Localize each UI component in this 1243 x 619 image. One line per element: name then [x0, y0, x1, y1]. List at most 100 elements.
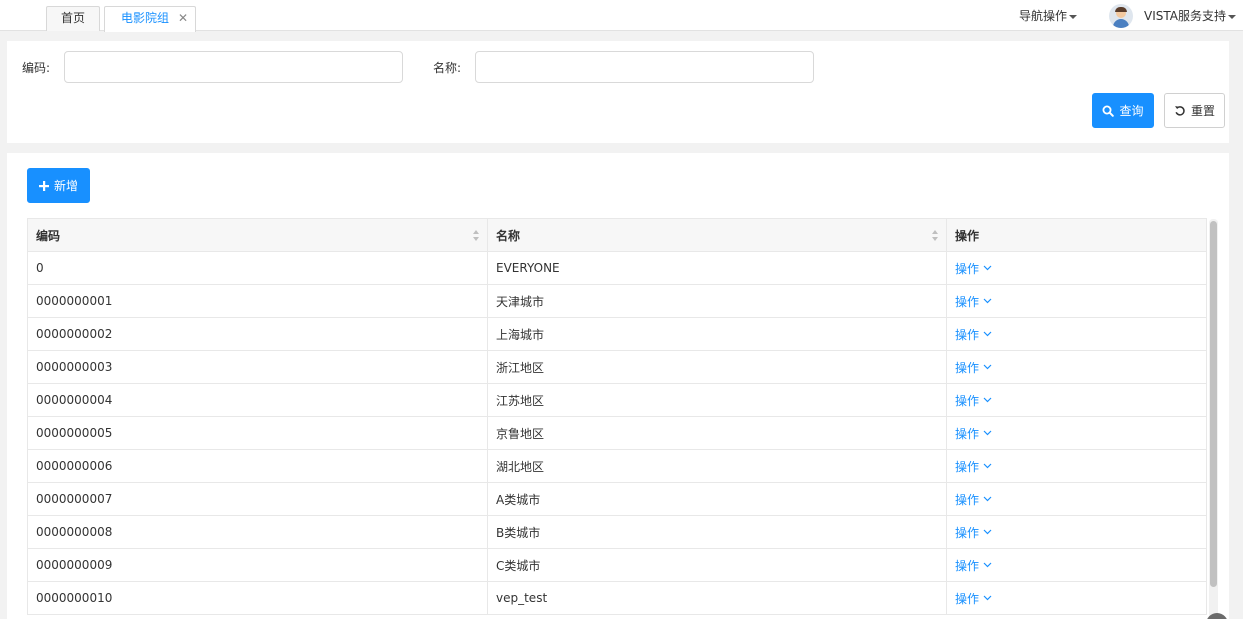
cell-name: C类城市 — [487, 548, 947, 582]
cell-name: 江苏地区 — [487, 383, 947, 417]
cell-code: 0000000005 — [27, 416, 488, 450]
query-button-label: 查询 — [1119, 104, 1144, 118]
cell-code: 0000000002 — [27, 317, 488, 351]
cell-name: EVERYONE — [487, 251, 947, 285]
scrollbar-thumb[interactable] — [1210, 221, 1217, 587]
action-dropdown[interactable]: 操作 — [955, 491, 992, 508]
chevron-down-icon — [983, 463, 992, 469]
cell-name: 浙江地区 — [487, 350, 947, 384]
action-dropdown[interactable]: 操作 — [955, 392, 992, 409]
cell-code: 0 — [27, 251, 488, 285]
cell-action: 操作 — [946, 251, 1207, 285]
action-dropdown-label: 操作 — [955, 360, 980, 375]
table-row[interactable]: 0000000010 vep_test 操作 — [27, 581, 1207, 615]
action-dropdown[interactable]: 操作 — [955, 326, 992, 343]
cell-action: 操作 — [946, 284, 1207, 318]
table-row[interactable]: 0000000006 湖北地区 操作 — [27, 449, 1207, 483]
tab-home[interactable]: 首页 — [46, 6, 100, 31]
avatar[interactable] — [1109, 4, 1133, 28]
tab-home-label: 首页 — [60, 11, 85, 25]
reset-button[interactable]: 重置 — [1164, 93, 1225, 128]
close-icon[interactable]: ✕ — [178, 7, 188, 30]
cell-code: 0000000010 — [27, 581, 488, 615]
code-label: 编码: — [22, 61, 51, 75]
cell-action: 操作 — [946, 515, 1207, 549]
column-header-code[interactable]: 编码 — [27, 218, 488, 252]
cell-code: 0000000004 — [27, 383, 488, 417]
column-header-name-label: 名称 — [496, 228, 521, 243]
chevron-down-icon — [983, 298, 992, 304]
action-dropdown-label: 操作 — [955, 558, 980, 573]
chevron-down-icon — [983, 430, 992, 436]
user-menu[interactable]: VISTA服务支持 — [1144, 7, 1236, 24]
cell-code: 0000000006 — [27, 449, 488, 483]
table-row[interactable]: 0000000001 天津城市 操作 — [27, 284, 1207, 318]
name-label: 名称: — [433, 61, 462, 75]
search-icon — [1102, 105, 1115, 117]
caret-down-icon — [1069, 14, 1078, 19]
chevron-down-icon — [983, 496, 992, 502]
caret-down-icon — [1227, 14, 1236, 19]
cell-name: 湖北地区 — [487, 449, 947, 483]
cell-name: A类城市 — [487, 482, 947, 516]
cell-code: 0000000007 — [27, 482, 488, 516]
tab-cinema-group-label: 电影院组 — [121, 11, 170, 25]
action-dropdown-label: 操作 — [955, 426, 980, 441]
reset-icon — [1174, 105, 1185, 116]
top-bar: 首页 电影院组 ✕ 导航操作 VISTA服务支持 — [0, 0, 1243, 32]
action-dropdown-label: 操作 — [955, 525, 980, 540]
table-row[interactable]: 0000000007 A类城市 操作 — [27, 482, 1207, 516]
sort-icon[interactable] — [473, 230, 479, 241]
query-button[interactable]: 查询 — [1092, 93, 1154, 128]
search-panel: 编码: 名称: 查询 重置 — [7, 41, 1229, 143]
chevron-down-icon — [983, 331, 992, 337]
table-row[interactable]: 0 EVERYONE 操作 — [27, 251, 1207, 285]
action-dropdown[interactable]: 操作 — [955, 260, 992, 277]
cell-name: 天津城市 — [487, 284, 947, 318]
action-dropdown-label: 操作 — [955, 327, 980, 342]
action-dropdown[interactable]: 操作 — [955, 590, 992, 607]
cell-action: 操作 — [946, 317, 1207, 351]
chevron-down-icon — [983, 529, 992, 535]
chevron-down-icon — [983, 265, 992, 271]
cell-name: 京鲁地区 — [487, 416, 947, 450]
nav-ops-dropdown[interactable]: 导航操作 — [1019, 7, 1078, 24]
column-header-action: 操作 — [946, 218, 1207, 252]
action-dropdown-label: 操作 — [955, 459, 980, 474]
code-input[interactable] — [64, 51, 403, 83]
cell-name: B类城市 — [487, 515, 947, 549]
table-row[interactable]: 0000000009 C类城市 操作 — [27, 548, 1207, 582]
column-header-name[interactable]: 名称 — [487, 218, 947, 252]
chevron-down-icon — [983, 397, 992, 403]
reset-button-label: 重置 — [1190, 104, 1215, 118]
table-row[interactable]: 0000000002 上海城市 操作 — [27, 317, 1207, 351]
action-dropdown-label: 操作 — [955, 294, 980, 309]
column-header-action-label: 操作 — [955, 228, 980, 243]
action-dropdown[interactable]: 操作 — [955, 293, 992, 310]
chevron-down-icon — [983, 364, 992, 370]
table-row[interactable]: 0000000008 B类城市 操作 — [27, 515, 1207, 549]
action-dropdown[interactable]: 操作 — [955, 557, 992, 574]
add-button-label: 新增 — [53, 179, 78, 193]
cell-code: 0000000008 — [27, 515, 488, 549]
action-dropdown-label: 操作 — [955, 261, 980, 276]
cell-action: 操作 — [946, 350, 1207, 384]
table-scrollbar[interactable] — [1209, 219, 1218, 619]
cell-action: 操作 — [946, 548, 1207, 582]
sort-icon[interactable] — [932, 230, 938, 241]
tab-cinema-group[interactable]: 电影院组 ✕ — [104, 6, 196, 32]
cell-name: vep_test — [487, 581, 947, 615]
add-button[interactable]: 新增 — [27, 168, 90, 203]
cell-name: 上海城市 — [487, 317, 947, 351]
name-input[interactable] — [475, 51, 814, 83]
cell-action: 操作 — [946, 482, 1207, 516]
action-dropdown[interactable]: 操作 — [955, 425, 992, 442]
table-row[interactable]: 0000000005 京鲁地区 操作 — [27, 416, 1207, 450]
action-dropdown[interactable]: 操作 — [955, 359, 992, 376]
cinema-group-table: 编码 名称 操作 0 EVERYONE 操作 0000000001 天津城市 操作 0000… — [27, 218, 1207, 615]
table-row[interactable]: 0000000003 浙江地区 操作 — [27, 350, 1207, 384]
action-dropdown-label: 操作 — [955, 492, 980, 507]
action-dropdown[interactable]: 操作 — [955, 458, 992, 475]
table-row[interactable]: 0000000004 江苏地区 操作 — [27, 383, 1207, 417]
action-dropdown[interactable]: 操作 — [955, 524, 992, 541]
